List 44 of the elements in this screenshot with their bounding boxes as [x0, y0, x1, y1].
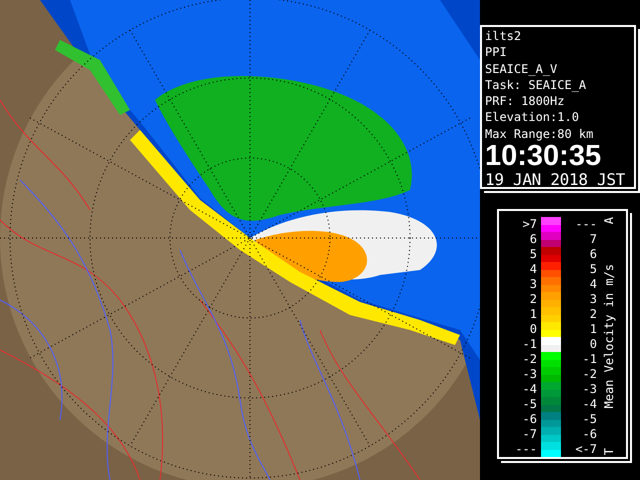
- legend-label: 5: [530, 247, 537, 262]
- legend-label: -5: [522, 397, 537, 412]
- legend-label: -6: [582, 427, 597, 442]
- legend-label: >7: [522, 217, 537, 232]
- legend-mark: A: [603, 217, 615, 224]
- info-text: SEAICE_A_V: [485, 60, 558, 77]
- info-text: PRF: 1800Hz: [485, 93, 566, 110]
- legend-label: 1: [530, 307, 537, 322]
- legend-label: -2: [522, 352, 537, 367]
- legend-label: -1: [522, 337, 537, 352]
- legend-label: -7: [522, 427, 537, 442]
- legend-label: <-7: [575, 442, 597, 457]
- legend-label: -5: [582, 412, 597, 427]
- info-text: Elevation:1.0: [485, 109, 580, 126]
- legend-label: 2: [590, 307, 597, 322]
- info-text: ilts2: [485, 28, 522, 44]
- legend-label: 3: [590, 292, 597, 307]
- legend-label: -1: [582, 352, 597, 367]
- legend-label: 1: [590, 322, 597, 337]
- legend-label: 4: [530, 262, 537, 277]
- legend-label: 3: [530, 277, 537, 292]
- legend-label: -6: [522, 412, 537, 427]
- date-text: 19 JAN 2018 JST: [485, 170, 626, 190]
- legend-title: Mean Velocity in m/s: [603, 264, 615, 408]
- time-text: 10:30:35: [485, 142, 602, 170]
- legend-label: ---: [515, 442, 537, 457]
- legend-label: 0: [530, 322, 537, 337]
- legend-label: -2: [582, 367, 597, 382]
- legend-label: 6: [590, 247, 597, 262]
- legend-label: ---: [575, 217, 597, 232]
- legend-label: 2: [530, 292, 537, 307]
- legend-label: -3: [522, 367, 537, 382]
- legend-label: -3: [582, 382, 597, 397]
- legend-mark: T: [603, 448, 615, 455]
- legend-label: 0: [590, 337, 597, 352]
- legend-label: 4: [590, 277, 597, 292]
- legend-label: 5: [590, 262, 597, 277]
- legend-label: 6: [530, 232, 537, 247]
- legend-label: 7: [590, 232, 597, 247]
- legend-label: -4: [582, 397, 597, 412]
- legend-label: -4: [522, 382, 537, 397]
- info-text: PPI: [485, 44, 508, 61]
- info-text: Max Range:80 km: [485, 126, 594, 142]
- info-text: Task: SEAICE_A: [485, 76, 588, 94]
